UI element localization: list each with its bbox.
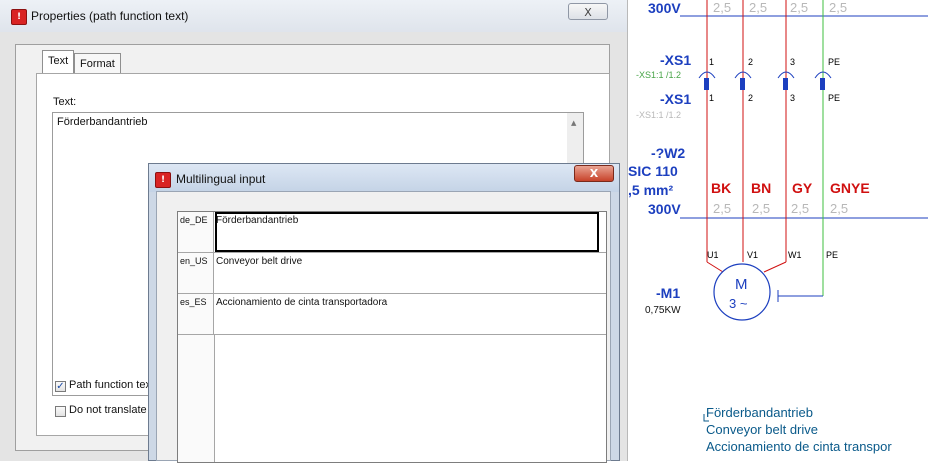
motor-terminal-w1: W1 xyxy=(788,250,802,260)
language-code: en_US xyxy=(178,253,214,293)
terminal-3-bottom: 3 xyxy=(790,93,796,103)
tab-format[interactable]: Format xyxy=(74,53,121,73)
multilingual-titlebar[interactable]: ! Multilingual input X xyxy=(149,164,619,192)
translation-value: Förderbandantrieb xyxy=(216,215,299,226)
cable-section: ,5 mm² xyxy=(628,182,674,198)
top-rating-2: 2,5 xyxy=(749,0,768,15)
properties-titlebar[interactable]: ! Properties (path function text) X xyxy=(0,0,627,32)
terminal-pe-top: PE xyxy=(828,57,841,67)
text-input-value: Förderbandantrieb xyxy=(57,116,148,128)
terminal-3-top: 3 xyxy=(790,57,796,67)
translation-row[interactable]: es_ES Accionamiento de cinta transportad… xyxy=(178,294,606,335)
multilingual-text-de: Förderbandantrieb xyxy=(706,405,813,420)
connector-name-2: -XS1 xyxy=(660,91,692,107)
top-rating-4: 2,5 xyxy=(829,0,848,15)
translation-row[interactable]: en_US Conveyor belt drive xyxy=(178,253,606,294)
motor-power: 0,75KW xyxy=(645,305,681,316)
properties-title: Properties (path function text) xyxy=(31,9,189,23)
core-color-1: BK xyxy=(711,180,732,196)
top-rating-3: 2,5 xyxy=(790,0,809,15)
language-column-filler xyxy=(178,335,215,462)
tab-text[interactable]: Text xyxy=(42,50,75,73)
eplan-app-icon: ! xyxy=(11,9,27,25)
motor-terminal-pe: PE xyxy=(826,250,839,260)
language-code: es_ES xyxy=(178,294,214,334)
scroll-up-icon[interactable]: ▲ xyxy=(571,119,576,127)
multilingual-text-en: Conveyor belt drive xyxy=(706,422,818,437)
multilingual-dialog: ! Multilingual input X de_DE Förderbanda… xyxy=(148,163,620,463)
cable-voltage: 300V xyxy=(648,201,681,217)
path-function-checkbox[interactable]: ✓ xyxy=(55,381,66,392)
translation-value: Conveyor belt drive xyxy=(216,256,303,267)
multilingual-content: de_DE Förderbandantrieb en_US Conveyor b… xyxy=(156,191,611,463)
terminal-2-top: 2 xyxy=(748,57,754,67)
do-not-translate-checkbox[interactable] xyxy=(55,406,66,417)
motor-terminal-u1: U1 xyxy=(707,250,719,260)
top-rating-1: 2,5 xyxy=(713,0,732,15)
cable-type: SIC 110 xyxy=(628,163,678,179)
translation-value: Accionamiento de cinta transportadora xyxy=(216,297,388,308)
core-color-4: GNYE xyxy=(830,180,870,196)
motor-terminal-v1: V1 xyxy=(747,250,759,260)
connector-name: -XS1 xyxy=(660,52,692,68)
core-color-2: BN xyxy=(751,180,772,196)
cable-name: -?W2 xyxy=(651,145,686,161)
motor-symbol-phase: 3 ~ xyxy=(729,296,748,311)
close-button[interactable]: X xyxy=(568,3,608,20)
motor-name: -M1 xyxy=(656,285,681,301)
terminal-pe-bottom: PE xyxy=(828,93,841,103)
motor-leads xyxy=(706,261,787,273)
multilingual-title: Multilingual input xyxy=(176,172,266,186)
core-size-4: 2,5 xyxy=(830,201,849,216)
core-size-3: 2,5 xyxy=(791,201,810,216)
text-label: Text: xyxy=(53,96,77,108)
core-size-1: 2,5 xyxy=(713,201,732,216)
language-code: de_DE xyxy=(178,212,214,252)
path-function-label: Path function text xyxy=(69,379,154,391)
terminal-2-bottom: 2 xyxy=(748,93,754,103)
terminal-1-bottom: 1 xyxy=(709,93,715,103)
top-voltage: 300V xyxy=(648,0,681,16)
core-color-3: GY xyxy=(792,180,813,196)
connector-ref-2: -XS1:1 /1.2 xyxy=(636,110,682,120)
connector-symbols xyxy=(698,71,832,90)
translation-row[interactable]: de_DE Förderbandantrieb xyxy=(178,212,606,253)
terminal-1-top: 1 xyxy=(709,57,715,67)
translation-grid: de_DE Förderbandantrieb en_US Conveyor b… xyxy=(177,211,607,463)
core-size-2: 2,5 xyxy=(752,201,771,216)
eplan-app-icon: ! xyxy=(155,172,171,188)
connector-ref-1: -XS1:1 /1.2 xyxy=(636,70,682,80)
multilingual-text-es: Accionamiento de cinta transpor xyxy=(706,439,892,454)
motor-symbol-m: M xyxy=(735,276,748,293)
close-button[interactable]: X xyxy=(574,165,614,182)
